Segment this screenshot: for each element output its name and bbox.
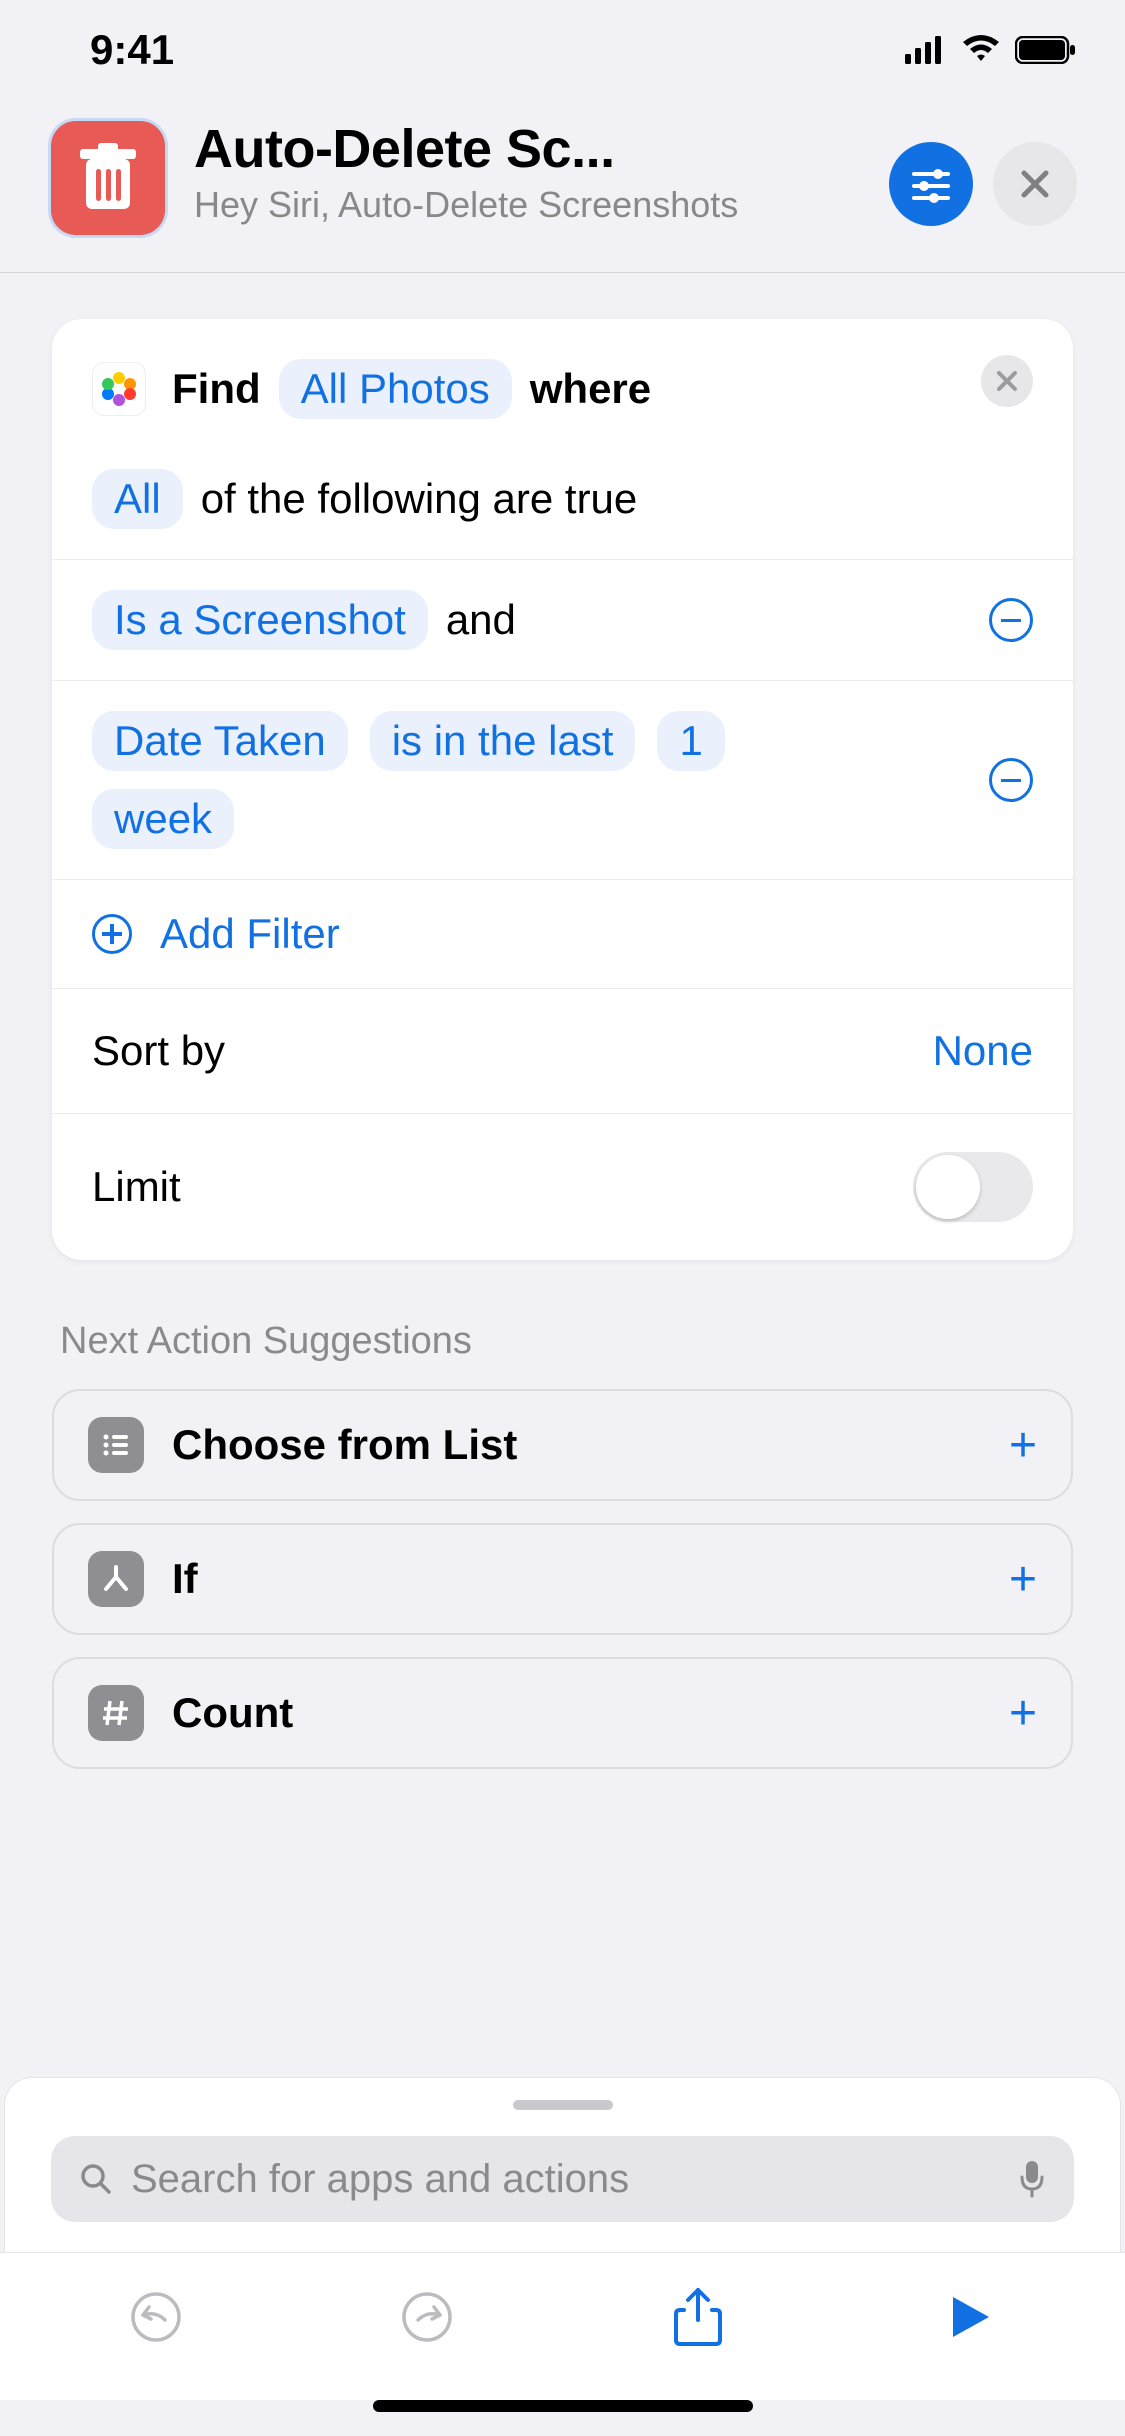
search-icon bbox=[79, 2162, 113, 2196]
filter-joiner: and bbox=[446, 596, 516, 644]
editor-content: Find All Photos where All of the followi… bbox=[0, 273, 1125, 2077]
close-icon bbox=[1019, 168, 1051, 200]
suggestions-header: Next Action Suggestions bbox=[60, 1320, 1065, 1363]
bottom-toolbar bbox=[0, 2252, 1125, 2400]
filter-condition: Is a Screenshot and bbox=[52, 559, 1073, 680]
find-label: Find bbox=[172, 365, 261, 413]
limit-switch[interactable] bbox=[913, 1152, 1033, 1222]
filter-condition: Date Taken is in the last 1 week bbox=[52, 680, 1073, 879]
remove-filter-button[interactable] bbox=[989, 598, 1033, 642]
remove-filter-button[interactable] bbox=[989, 758, 1033, 802]
cellular-icon bbox=[905, 26, 947, 74]
trash-icon bbox=[78, 143, 138, 213]
redo-button[interactable] bbox=[397, 2287, 457, 2347]
suggestion-item[interactable]: If + bbox=[52, 1523, 1073, 1635]
run-button[interactable] bbox=[939, 2287, 999, 2347]
suggestion-label: Count bbox=[172, 1689, 981, 1737]
plus-circle-icon bbox=[92, 914, 132, 954]
undo-button[interactable] bbox=[126, 2287, 186, 2347]
suggestion-item[interactable]: Count + bbox=[52, 1657, 1073, 1769]
redo-icon bbox=[400, 2290, 454, 2344]
source-token[interactable]: All Photos bbox=[279, 359, 512, 419]
sheet-grabber[interactable] bbox=[513, 2100, 613, 2110]
battery-icon bbox=[1015, 26, 1077, 74]
sort-by-value[interactable]: None bbox=[933, 1027, 1033, 1075]
add-suggestion-button[interactable]: + bbox=[1009, 1418, 1037, 1473]
settings-button[interactable] bbox=[889, 142, 973, 226]
filter-token[interactable]: 1 bbox=[657, 711, 724, 771]
add-suggestion-button[interactable]: + bbox=[1009, 1552, 1037, 1607]
branch-icon bbox=[88, 1551, 144, 1607]
suggestion-label: If bbox=[172, 1555, 981, 1603]
limit-label: Limit bbox=[92, 1163, 181, 1211]
share-button[interactable] bbox=[668, 2287, 728, 2347]
suggestion-label: Choose from List bbox=[172, 1421, 981, 1469]
sliders-icon bbox=[910, 163, 952, 205]
list-icon bbox=[88, 1417, 144, 1473]
limit-row: Limit bbox=[52, 1113, 1073, 1260]
shortcut-subtitle: Hey Siri, Auto-Delete Screenshots bbox=[194, 182, 863, 229]
dictation-icon[interactable] bbox=[1018, 2159, 1046, 2199]
add-suggestion-button[interactable]: + bbox=[1009, 1686, 1037, 1741]
filter-token[interactable]: Date Taken bbox=[92, 711, 348, 771]
close-button[interactable] bbox=[993, 142, 1077, 226]
search-placeholder: Search for apps and actions bbox=[131, 2157, 1000, 2202]
undo-icon bbox=[129, 2290, 183, 2344]
add-filter-button[interactable]: Add Filter bbox=[52, 879, 1073, 988]
status-bar: 9:41 bbox=[0, 0, 1125, 100]
remove-action-button[interactable] bbox=[981, 355, 1033, 407]
search-bar[interactable]: Search for apps and actions bbox=[51, 2136, 1074, 2222]
close-icon bbox=[995, 369, 1019, 393]
add-filter-label: Add Filter bbox=[160, 910, 340, 958]
suggestion-item[interactable]: Choose from List + bbox=[52, 1389, 1073, 1501]
hash-icon bbox=[88, 1685, 144, 1741]
shortcut-header: Auto-Delete Sc... Hey Siri, Auto-Delete … bbox=[0, 100, 1125, 273]
where-label: where bbox=[530, 365, 651, 413]
share-icon bbox=[672, 2286, 724, 2348]
shortcut-title[interactable]: Auto-Delete Sc... bbox=[194, 118, 863, 180]
status-time: 9:41 bbox=[90, 26, 174, 74]
action-sheet[interactable]: Search for apps and actions bbox=[4, 2077, 1121, 2252]
filter-token[interactable]: Is a Screenshot bbox=[92, 590, 428, 650]
photos-app-icon bbox=[92, 362, 146, 416]
sort-by-label: Sort by bbox=[92, 1027, 225, 1075]
wifi-icon bbox=[961, 26, 1001, 74]
filter-token[interactable]: week bbox=[92, 789, 234, 849]
play-icon bbox=[945, 2293, 993, 2341]
filter-token[interactable]: is in the last bbox=[370, 711, 636, 771]
sort-by-row[interactable]: Sort by None bbox=[52, 988, 1073, 1113]
find-photos-action: Find All Photos where All of the followi… bbox=[52, 319, 1073, 1260]
shortcut-icon[interactable] bbox=[48, 118, 168, 238]
home-indicator[interactable] bbox=[373, 2400, 753, 2412]
action-header-row: Find All Photos where All of the followi… bbox=[52, 319, 1073, 559]
scope-suffix: of the following are true bbox=[201, 475, 638, 523]
scope-token[interactable]: All bbox=[92, 469, 183, 529]
